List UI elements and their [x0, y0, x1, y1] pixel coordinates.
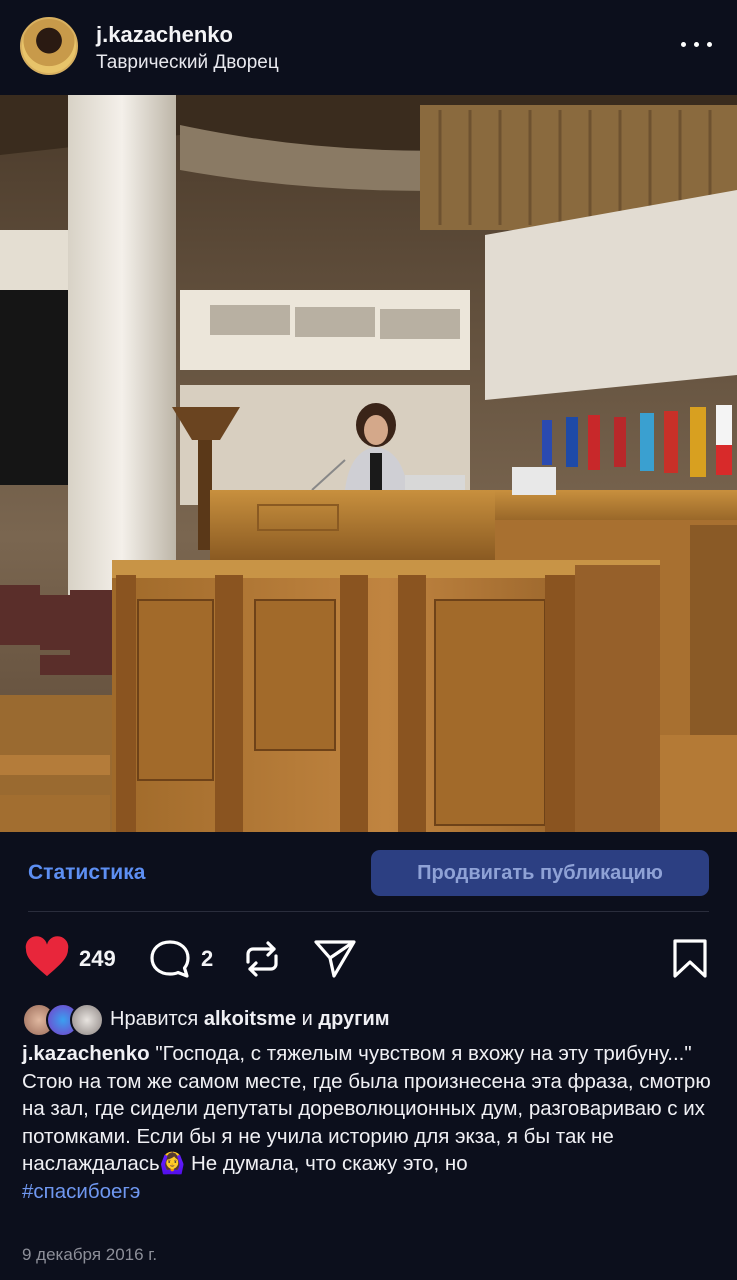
caption-hashtag[interactable]: #спасибоегэ: [22, 1180, 140, 1203]
likes-others[interactable]: другим: [318, 1008, 389, 1030]
username[interactable]: j.kazachenko: [96, 22, 233, 48]
comment-icon[interactable]: [148, 938, 192, 980]
liked-by-text: Нравится alkoitsme и другим: [110, 1008, 390, 1031]
hall-illustration: [0, 95, 737, 832]
liker-username[interactable]: alkoitsme: [204, 1008, 296, 1030]
caption-username[interactable]: j.kazachenko: [22, 1042, 150, 1065]
post-actions: 249 2: [0, 932, 737, 986]
share-send-icon[interactable]: [312, 936, 358, 980]
comment-count[interactable]: 2: [201, 946, 213, 972]
liker-avatar: [70, 1003, 104, 1037]
caption-text-after: Не думала, что скажу это, но: [185, 1152, 468, 1175]
caption-emoji: 🙆‍♀️: [159, 1152, 186, 1175]
likes-prefix: Нравится: [110, 1008, 199, 1030]
like-heart-icon[interactable]: [24, 936, 70, 978]
statistics-link[interactable]: Статистика: [28, 861, 145, 885]
like-count[interactable]: 249: [79, 946, 116, 972]
post-caption: j.kazachenko "Господа, с тяжелым чувство…: [22, 1040, 722, 1205]
promote-post-button[interactable]: Продвигать публикацию: [371, 850, 709, 896]
likes-conjunction: и: [301, 1008, 313, 1030]
bookmark-icon[interactable]: [672, 938, 708, 980]
avatar[interactable]: [20, 17, 78, 75]
insights-row: Статистика Продвигать публикацию: [0, 848, 737, 898]
more-dots-icon[interactable]: [681, 34, 713, 54]
repost-icon[interactable]: [240, 938, 284, 980]
post-header: j.kazachenko Таврический Дворец: [0, 0, 737, 94]
divider: [28, 911, 709, 912]
location-label[interactable]: Таврический Дворец: [96, 52, 279, 74]
post-date: 9 декабря 2016 г.: [22, 1245, 158, 1264]
post-photo[interactable]: [0, 95, 737, 832]
